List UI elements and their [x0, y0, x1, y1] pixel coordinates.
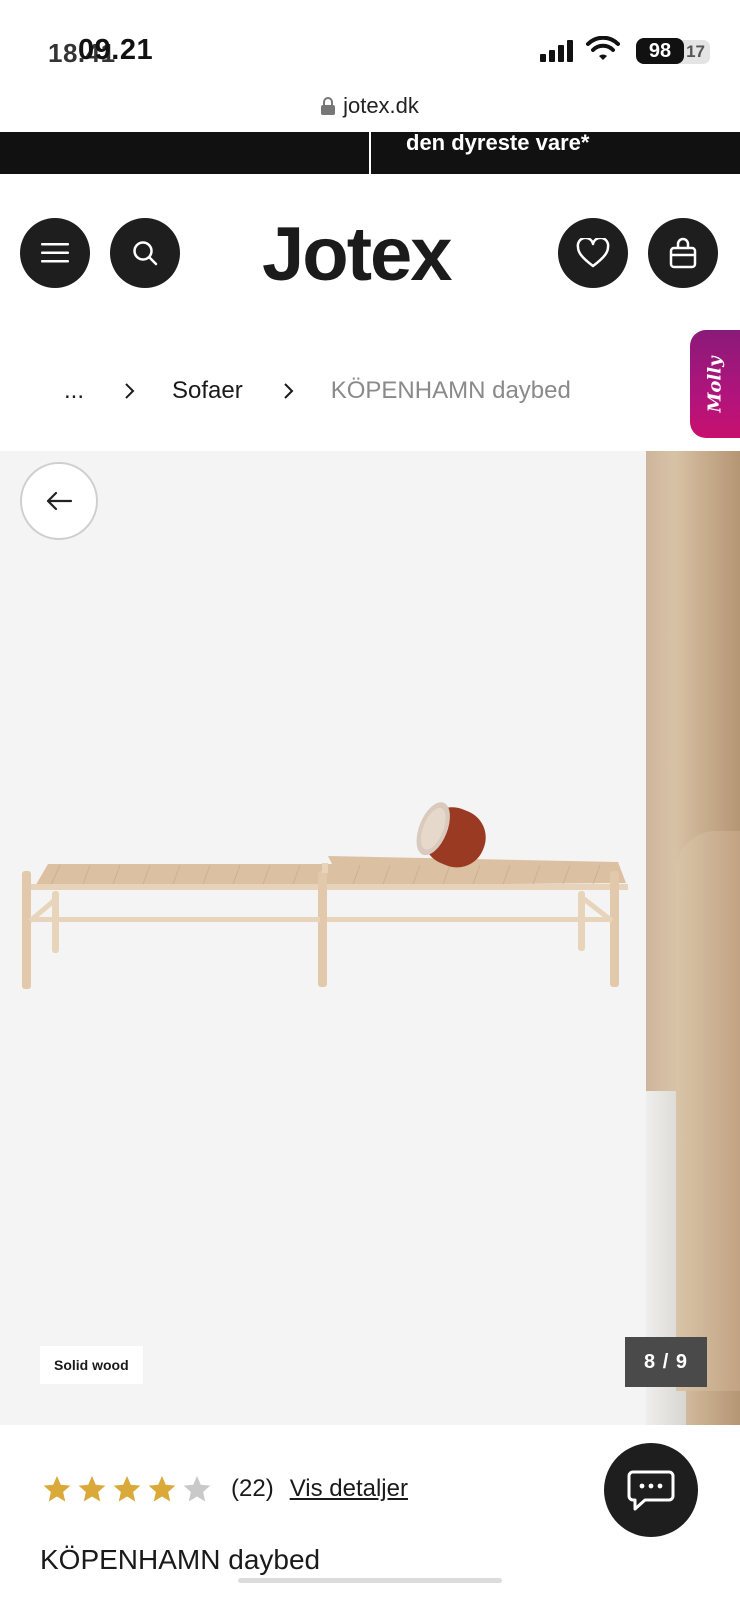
product-title: KÖPENHAMN daybed: [40, 1544, 321, 1575]
star-filled-icon: [113, 1475, 141, 1502]
lock-icon: [321, 97, 336, 115]
hamburger-menu-icon: [41, 243, 69, 263]
molly-label: Molly: [704, 355, 726, 413]
product-rating: (22) Vis detaljer: [42, 1474, 408, 1504]
url-domain: jotex.dk: [343, 93, 419, 118]
chevron-right-icon: [124, 382, 136, 400]
promo-banner[interactable]: den dyreste vare*: [0, 132, 740, 174]
promo-text: den dyreste vare*: [406, 132, 590, 155]
chevron-right-icon: [283, 382, 295, 400]
search-button[interactable]: [110, 218, 180, 288]
next-slide-texture: [676, 831, 740, 1391]
status-time: 18.41 09.21: [48, 34, 154, 68]
search-icon: [133, 241, 158, 266]
material-tag: Solid wood: [40, 1346, 143, 1384]
product-image-daybed: [22, 802, 628, 989]
star-filled-icon: [43, 1475, 71, 1502]
heart-icon: [576, 238, 610, 268]
jotex-logo[interactable]: Jotex: [262, 210, 453, 300]
menu-button[interactable]: [20, 218, 90, 288]
breadcrumb-ellipsis[interactable]: ...: [64, 377, 84, 405]
molly-assistant-tab[interactable]: Molly: [690, 330, 740, 438]
status-time-current: 09.21: [78, 34, 154, 66]
star-filled-icon: [78, 1475, 106, 1502]
home-indicator: [238, 1578, 502, 1583]
wifi-icon: [586, 36, 620, 60]
promo-divider: [369, 132, 371, 174]
chat-bubble-icon: [627, 1470, 675, 1511]
chat-button[interactable]: [604, 1443, 698, 1537]
breadcrumb-current: KÖPENHAMN daybed: [330, 377, 571, 404]
cart-button[interactable]: [648, 218, 718, 288]
rating-stars: [42, 1474, 217, 1504]
status-bar: 18.41 09.21 17 98: [0, 0, 740, 82]
star-empty-icon: [183, 1475, 211, 1502]
view-details-link[interactable]: Vis detaljer: [290, 1475, 408, 1503]
review-count: (22): [231, 1475, 274, 1502]
breadcrumb: ... Sofaer KÖPENHAMN daybed: [64, 370, 571, 412]
cellular-signal-icon: [540, 40, 578, 62]
breadcrumb-sofaer[interactable]: Sofaer: [172, 377, 243, 405]
slide-counter: 8 / 9: [625, 1337, 707, 1387]
next-slide-preview[interactable]: [646, 451, 740, 1425]
arrow-left-icon: [46, 491, 73, 511]
star-filled-icon: [148, 1475, 176, 1502]
battery-level: 98: [636, 38, 684, 64]
url-bar[interactable]: jotex.dk: [0, 86, 740, 126]
shopping-bag-icon: [669, 237, 697, 269]
product-image-gallery[interactable]: Solid wood 8 / 9: [0, 451, 740, 1425]
battery-icon: 17 98: [636, 38, 712, 66]
wishlist-button[interactable]: [558, 218, 628, 288]
back-button[interactable]: [20, 462, 98, 540]
